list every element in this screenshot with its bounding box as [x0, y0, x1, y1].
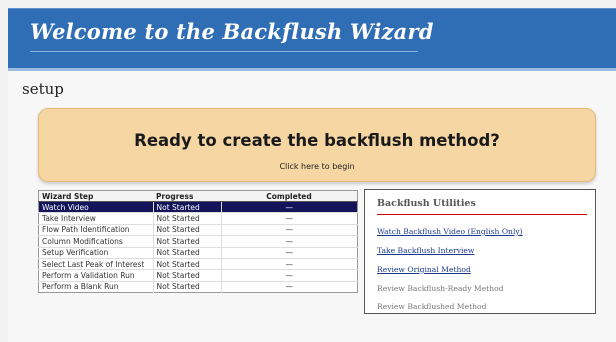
progress-cell: Not Started [153, 212, 222, 225]
wizard-title: Welcome to the Backflush Wizard [30, 19, 434, 44]
table-header-row: Wizard Step Progress Completed [38, 190, 358, 202]
wizard-steps-table: Wizard Step Progress Completed Watch Vid… [38, 190, 358, 294]
table-row[interactable]: Watch Video Not Started — [38, 200, 358, 213]
utility-link[interactable]: Watch Backflush Video (English Only) [377, 227, 523, 236]
utility-item-disabled: Review Backflushed Method [377, 302, 487, 311]
completed-cell: — [221, 235, 358, 248]
backflush-utilities-panel: Backflush Utilities Watch Backflush Vide… [364, 189, 596, 314]
utilities-divider [377, 214, 587, 215]
progress-cell: Not Started [153, 246, 222, 259]
table-row[interactable]: Perform a Validation Run Not Started — [38, 269, 358, 282]
completed-cell: — [221, 269, 358, 282]
table-row[interactable]: Setup Verification Not Started — [38, 246, 358, 259]
step-cell: Perform a Validation Run [38, 269, 154, 282]
step-cell: Setup Verification [38, 246, 154, 259]
progress-cell: Not Started [153, 269, 222, 282]
step-cell: Flow Path Identification [38, 223, 154, 236]
completed-cell: — [221, 246, 358, 259]
completed-cell: — [221, 200, 358, 213]
table-row[interactable]: Take Interview Not Started — [38, 212, 358, 225]
utility-item-disabled: Review Backflush-Ready Method [377, 284, 504, 293]
utilities-title: Backflush Utilities [377, 198, 476, 209]
step-cell: Watch Video [38, 200, 154, 213]
progress-cell: Not Started [153, 257, 222, 270]
completed-cell: — [221, 212, 358, 225]
step-cell: Select Last Peak of Interest [38, 257, 154, 270]
table-row[interactable]: Perform a Blank Run Not Started — [38, 280, 358, 293]
column-header-progress: Progress [153, 190, 221, 202]
banner-title: Ready to create the backflush method? [134, 131, 500, 150]
table-row[interactable]: Column Modifications Not Started — [38, 235, 358, 248]
completed-cell: — [221, 257, 358, 270]
begin-backflush-button[interactable]: Ready to create the backflush method? Cl… [38, 108, 596, 182]
completed-cell: — [221, 223, 358, 236]
step-cell: Take Interview [38, 212, 154, 225]
utility-link[interactable]: Review Original Method [377, 265, 471, 274]
utility-link[interactable]: Take Backflush Interview [377, 246, 474, 255]
progress-cell: Not Started [153, 200, 222, 213]
page-heading: setup [22, 80, 64, 98]
banner-subtitle: Click here to begin [279, 162, 355, 171]
wizard-header: Welcome to the Backflush Wizard [8, 8, 616, 69]
progress-cell: Not Started [153, 223, 222, 236]
title-underline [30, 51, 418, 52]
table-row[interactable]: Select Last Peak of Interest Not Started — [38, 257, 358, 270]
table-row[interactable]: Flow Path Identification Not Started — [38, 223, 358, 236]
progress-cell: Not Started [153, 280, 222, 293]
completed-cell: — [221, 280, 358, 293]
progress-cell: Not Started [153, 235, 222, 248]
step-cell: Perform a Blank Run [38, 280, 154, 293]
column-header-wizard-step: Wizard Step [38, 190, 153, 202]
step-cell: Column Modifications [38, 235, 154, 248]
column-header-completed: Completed [221, 190, 358, 202]
